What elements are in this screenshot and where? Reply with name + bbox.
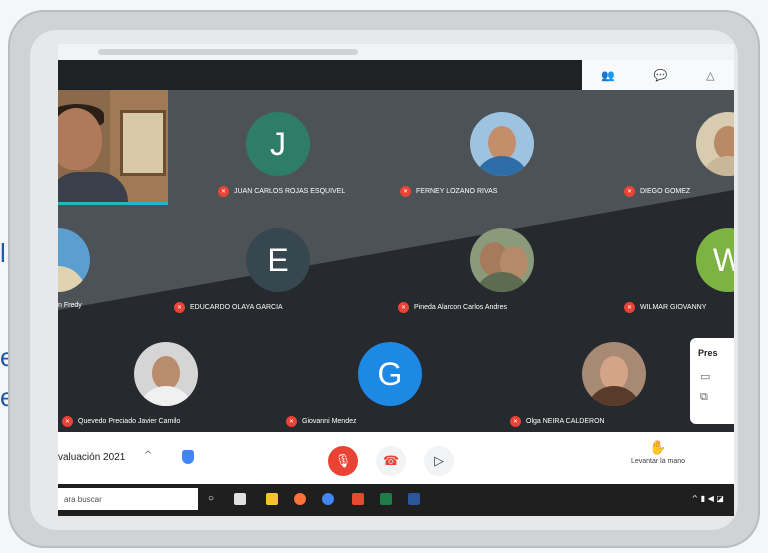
meeting-title[interactable]: valuación 2021 — [58, 452, 125, 463]
activities-icon[interactable]: △ — [706, 69, 714, 82]
system-tray[interactable]: ^ ▮ ◀ ◪ — [692, 494, 724, 503]
participant-tile[interactable]: ✕ Pineda Alarcon Carlos Andres — [398, 228, 558, 338]
participant-name: ✕ DIEGO GOMEZ — [624, 186, 690, 197]
participant-name: ✕ Pineda Alarcon Carlos Andres — [398, 302, 507, 313]
avatar: E — [246, 228, 310, 292]
mic-toggle-button[interactable]: 🎙 — [328, 446, 358, 476]
chat-icon[interactable]: 💬 — [654, 69, 668, 82]
avatar — [582, 342, 646, 406]
participant-name: n Fredy — [58, 302, 82, 309]
address-bar[interactable] — [98, 49, 358, 55]
participant-name: ✕ Giovanni Mendez — [286, 416, 356, 427]
mic-off-icon: 🎙 — [334, 453, 352, 469]
participant-name: ✕ Olga NEIRA CALDERON — [510, 416, 605, 427]
cortana-icon[interactable]: ○ — [208, 493, 220, 505]
toolbar-icons: 👥 💬 △ — [582, 60, 734, 90]
participant-tile[interactable]: J ✕ JUAN CARLOS ROJAS ESQUIVEL — [218, 112, 378, 222]
taskbar-search[interactable]: ara buscar — [58, 488, 198, 510]
participant-tile[interactable]: G ✕ Giovanni Mendez — [286, 342, 446, 432]
excel-icon[interactable] — [380, 493, 392, 505]
mic-off-icon: ✕ — [174, 302, 185, 313]
participant-name: ✕ Quevedo Preciado Javier Camilo — [62, 416, 180, 427]
avatar — [470, 228, 534, 292]
camera-toggle-button[interactable]: ▷ — [424, 446, 454, 476]
participant-name: ✕ EDUCARDO OLAYA GARCIA — [174, 302, 283, 313]
mic-off-icon: ✕ — [62, 416, 73, 427]
task-view-icon[interactable] — [234, 493, 246, 505]
screen-share-icon[interactable]: ▭ — [700, 370, 710, 383]
windows-taskbar: ara buscar ○ ^ ▮ ◀ ◪ — [58, 484, 734, 516]
mic-off-icon: ✕ — [218, 186, 229, 197]
raise-hand-label: Levantar la mano — [630, 458, 686, 465]
mic-off-icon: ✕ — [510, 416, 521, 427]
avatar — [696, 112, 734, 176]
mic-off-icon: ✕ — [398, 302, 409, 313]
participant-tile[interactable]: ✕ Quevedo Preciado Javier Camilo — [62, 342, 222, 432]
avatar: G — [358, 342, 422, 406]
word-icon[interactable] — [408, 493, 420, 505]
participant-tile[interactable]: n Fredy — [58, 228, 178, 338]
camera-icon: ▷ — [434, 453, 444, 469]
hand-icon: ✋ — [649, 440, 667, 456]
avatar — [134, 342, 198, 406]
participant-tile[interactable]: ✕ DIEGO GOMEZ — [624, 112, 734, 222]
hangup-button[interactable]: ☎ — [376, 446, 406, 476]
shield-icon[interactable] — [182, 450, 194, 464]
meeting-controls-bar: valuación 2021 ^ 🎙 ☎ ▷ ✋ Levantar la man… — [58, 432, 734, 484]
app-icon[interactable] — [352, 493, 364, 505]
browser-bar — [58, 44, 734, 60]
present-title: Pres — [698, 348, 718, 358]
chevron-up-icon[interactable]: ^ — [144, 450, 152, 461]
participant-name: ✕ WILMAR GIOVANNY — [624, 302, 706, 313]
participant-tile[interactable]: W ✕ WILMAR GIOVANNY — [624, 228, 734, 338]
participant-name: ✕ FERNEY LOZANO RIVAS — [400, 186, 497, 197]
chrome-icon[interactable] — [322, 493, 334, 505]
participant-tile[interactable]: ✕ Olga NEIRA CALDERON — [510, 342, 670, 432]
mic-off-icon: ✕ — [400, 186, 411, 197]
self-video-tile — [58, 90, 168, 202]
avatar: W — [696, 228, 734, 292]
background-text-1: l — [0, 238, 6, 268]
people-icon[interactable]: 👥 — [601, 69, 615, 82]
firefox-icon[interactable] — [294, 493, 306, 505]
file-explorer-icon[interactable] — [266, 493, 278, 505]
mic-off-icon: ✕ — [624, 186, 635, 197]
raise-hand-button[interactable]: ✋ Levantar la mano — [618, 440, 698, 465]
active-speaker-underline — [58, 202, 168, 205]
avatar — [58, 228, 90, 292]
participant-name: ✕ JUAN CARLOS ROJAS ESQUIVEL — [218, 186, 345, 197]
window-share-icon[interactable]: ⧉ — [700, 390, 708, 404]
self-video-window — [120, 110, 166, 176]
hangup-icon: ☎ — [382, 453, 400, 469]
meet-top-bar: 👥 💬 △ — [58, 60, 734, 90]
taskbar-search-placeholder: ara buscar — [64, 495, 102, 504]
avatar: J — [246, 112, 310, 176]
avatar — [470, 112, 534, 176]
participant-tile[interactable]: E ✕ EDUCARDO OLAYA GARCIA — [174, 228, 334, 338]
meet-window: 👥 💬 △ J ✕ JUAN CARLOS ROJAS ESQUIVEL ✕ FER… — [58, 60, 734, 432]
mic-off-icon: ✕ — [624, 302, 635, 313]
mic-off-icon: ✕ — [286, 416, 297, 427]
tablet-screen: 👥 💬 △ J ✕ JUAN CARLOS ROJAS ESQUIVEL ✕ FER… — [58, 44, 734, 516]
present-panel[interactable]: Pres ▭ ⧉ — [690, 338, 734, 424]
participant-tile[interactable]: ✕ FERNEY LOZANO RIVAS — [400, 112, 560, 222]
